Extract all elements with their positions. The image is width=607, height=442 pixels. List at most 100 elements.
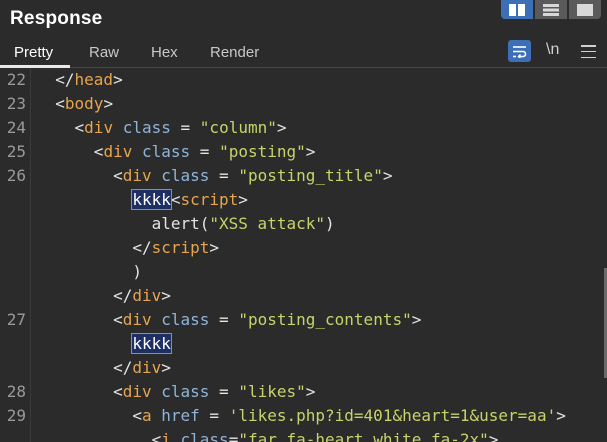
word-wrap-button[interactable] bbox=[508, 40, 531, 62]
code-token: < bbox=[113, 310, 123, 329]
code-editor[interactable]: 22 </head> 23 <body> 24 <div class = "colu… bbox=[0, 68, 607, 442]
view-tabs: Pretty Raw Hex Render \n bbox=[0, 38, 607, 68]
code-token: class bbox=[161, 382, 210, 401]
code-token: ) bbox=[132, 262, 142, 281]
code-token: "column" bbox=[199, 118, 277, 137]
code-token: 'likes.php?id=401&heart=1&user=aa' bbox=[228, 406, 557, 425]
layout-toggle-group bbox=[501, 0, 601, 19]
code-line: alert("XSS attack") bbox=[36, 212, 335, 236]
line-number: 23 bbox=[6, 94, 26, 113]
search-highlight: kkkk bbox=[131, 333, 172, 354]
tab-pretty[interactable]: Pretty bbox=[14, 44, 53, 61]
hamburger-menu-icon[interactable] bbox=[581, 45, 596, 58]
code-token: "likes" bbox=[238, 382, 306, 401]
code-line: <div class = "posting_title"> bbox=[36, 164, 392, 188]
single-pane-layout-button[interactable] bbox=[569, 0, 601, 19]
code-token: script bbox=[180, 190, 239, 209]
code-token: head bbox=[74, 70, 114, 89]
line-number: 27 bbox=[6, 310, 26, 329]
code-token: div bbox=[103, 142, 133, 161]
code-token: < bbox=[151, 430, 162, 442]
show-newlines-button[interactable]: \n bbox=[546, 41, 559, 59]
code-line: <i class="far fa-heart white fa-2x"> bbox=[36, 428, 499, 442]
split-vertical-icon bbox=[509, 3, 525, 16]
code-line: kkkk<script> bbox=[36, 188, 248, 212]
search-highlight: kkkk bbox=[131, 189, 172, 210]
code-token: > bbox=[305, 382, 316, 401]
tab-render[interactable]: Render bbox=[210, 44, 259, 61]
code-token: < bbox=[132, 406, 142, 425]
code-token: > bbox=[113, 70, 123, 89]
code-token: i bbox=[161, 430, 171, 442]
code-token: = bbox=[199, 406, 229, 425]
code-token: = bbox=[209, 382, 239, 401]
code-token: < bbox=[113, 382, 123, 401]
code-token: ) bbox=[324, 214, 335, 233]
code-token: > bbox=[411, 310, 422, 329]
word-wrap-icon bbox=[513, 45, 527, 58]
code-line: </div> bbox=[36, 356, 171, 380]
code-token: div bbox=[132, 358, 162, 377]
code-token: href bbox=[161, 406, 200, 425]
code-token: = bbox=[209, 310, 239, 329]
code-token: div bbox=[132, 286, 162, 305]
code-token: < bbox=[170, 190, 181, 209]
code-token: > bbox=[103, 94, 114, 113]
code-token: "far fa-heart white fa-2x" bbox=[238, 430, 489, 442]
code-token: "posting" bbox=[219, 142, 306, 161]
code-token: < bbox=[74, 118, 85, 137]
code-line: <div class = "likes"> bbox=[36, 380, 315, 404]
code-line: </script> bbox=[36, 236, 219, 260]
code-token: > bbox=[556, 406, 566, 425]
code-token: class bbox=[122, 118, 171, 137]
code-token: > bbox=[161, 286, 171, 305]
code-token: </ bbox=[113, 358, 133, 377]
code-token: div bbox=[84, 118, 114, 137]
code-line: </div> bbox=[36, 284, 171, 308]
code-token: = bbox=[209, 166, 239, 185]
code-token: < bbox=[113, 166, 123, 185]
code-token: a bbox=[141, 406, 152, 425]
code-line: </head> bbox=[36, 68, 123, 92]
line-number: 28 bbox=[6, 382, 26, 401]
code-token: div bbox=[122, 166, 152, 185]
tab-hex[interactable]: Hex bbox=[151, 44, 178, 61]
gutter-separator bbox=[30, 68, 31, 442]
line-number: 29 bbox=[6, 406, 26, 425]
code-line: <div class = "posting_contents"> bbox=[36, 308, 421, 332]
code-token: body bbox=[64, 94, 104, 113]
code-token: > bbox=[382, 166, 393, 185]
code-token: > bbox=[161, 358, 171, 377]
code-token: class bbox=[141, 142, 191, 161]
code-token: div bbox=[122, 382, 152, 401]
line-number: 26 bbox=[6, 166, 26, 185]
code-token: = bbox=[228, 430, 239, 442]
tab-raw[interactable]: Raw bbox=[89, 44, 119, 61]
panel-title: Response bbox=[10, 8, 103, 29]
single-pane-icon bbox=[577, 3, 593, 16]
code-line: <body> bbox=[36, 92, 113, 116]
code-token: </ bbox=[55, 70, 75, 89]
split-vertical-layout-button[interactable] bbox=[501, 0, 533, 19]
code-token: "posting_title" bbox=[238, 166, 383, 185]
code-token: > bbox=[488, 430, 499, 442]
code-token: "posting_contents" bbox=[238, 310, 412, 329]
code-token: < bbox=[55, 94, 65, 113]
split-horizontal-layout-button[interactable] bbox=[535, 0, 567, 19]
line-number: 25 bbox=[6, 142, 26, 161]
